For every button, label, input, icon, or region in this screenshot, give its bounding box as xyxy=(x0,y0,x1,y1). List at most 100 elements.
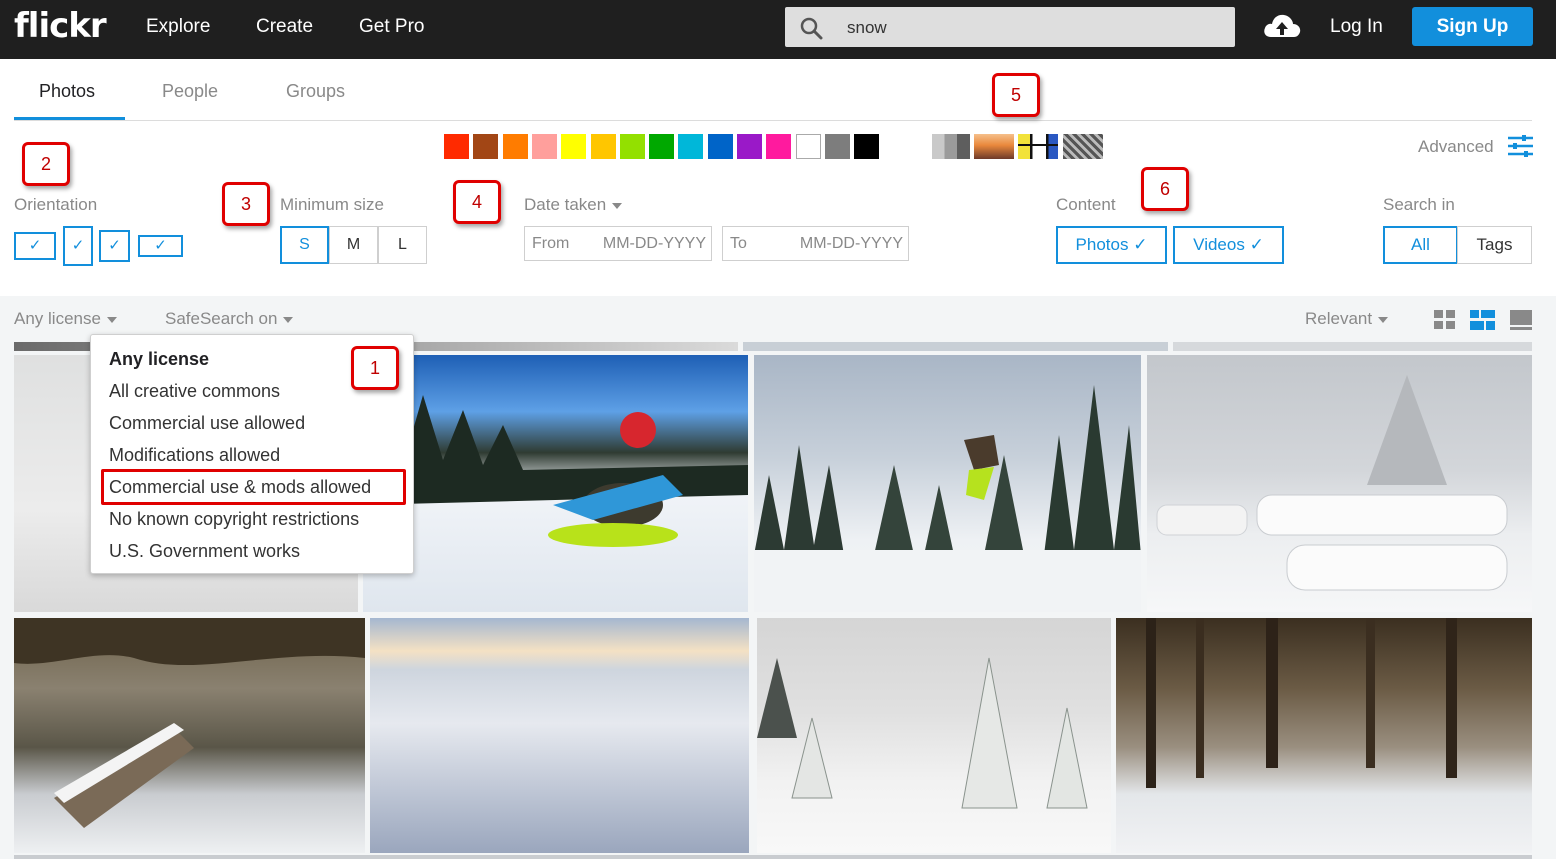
annotation-badge: 3 xyxy=(222,182,270,226)
chevron-down-icon xyxy=(106,316,117,323)
cloud-upload-icon[interactable] xyxy=(1262,11,1302,41)
safesearch-dropdown[interactable]: SafeSearch on xyxy=(165,309,294,329)
photo-clouds-above[interactable] xyxy=(370,618,749,853)
justified-view-icon[interactable] xyxy=(1470,310,1495,330)
content-videos-toggle[interactable]: Videos ✓ xyxy=(1173,226,1284,264)
orientation-portrait[interactable]: ✓ xyxy=(63,226,93,266)
check-icon: ✓ xyxy=(154,237,167,255)
chevron-down-icon xyxy=(612,202,623,209)
color-swatch[interactable] xyxy=(795,134,821,159)
orientation-label: Orientation xyxy=(14,195,98,214)
annotation-badge: 6 xyxy=(1141,167,1189,211)
size-medium-button[interactable]: M xyxy=(329,226,378,264)
nav-explore[interactable]: Explore xyxy=(146,16,210,38)
date-to-field[interactable]: To MM-DD-YYYY xyxy=(722,226,909,261)
color-swatch[interactable] xyxy=(561,134,587,159)
date-from-field[interactable]: From MM-DD-YYYY xyxy=(524,226,712,261)
photo-snowy-bench-lake[interactable] xyxy=(14,618,365,853)
color-swatch[interactable] xyxy=(649,134,675,159)
license-option-any[interactable]: Any license xyxy=(109,349,209,370)
annotation-badge: 2 xyxy=(22,142,70,186)
color-swatch[interactable] xyxy=(590,134,616,159)
small-trees-scene xyxy=(757,657,1088,809)
chevron-down-icon xyxy=(1378,316,1389,323)
color-swatch[interactable] xyxy=(502,134,528,159)
advanced-label[interactable]: Advanced xyxy=(1418,137,1494,157)
photo-jumping-person[interactable] xyxy=(754,355,1141,612)
nav-get-pro[interactable]: Get Pro xyxy=(359,16,424,38)
annotation-badge: 1 xyxy=(351,346,399,390)
photo-winter-forest-path[interactable] xyxy=(1116,618,1532,853)
color-swatch[interactable] xyxy=(531,134,557,159)
color-swatch[interactable] xyxy=(619,134,645,159)
color-swatch[interactable] xyxy=(737,134,762,159)
photo-sledding-child[interactable] xyxy=(363,355,748,612)
search-tabs: Photos People Groups xyxy=(0,59,1556,121)
color-swatch[interactable] xyxy=(766,134,792,159)
color-swatch[interactable] xyxy=(854,134,880,159)
date-to-placeholder: MM-DD-YYYY xyxy=(799,235,903,252)
highlight-box xyxy=(101,469,406,505)
size-large-button[interactable]: L xyxy=(378,226,427,264)
content-label: Content xyxy=(1056,195,1116,214)
license-option-all-cc[interactable]: All creative commons xyxy=(109,381,280,402)
check-icon: ✓ xyxy=(71,237,85,255)
benches-scene xyxy=(1156,375,1508,591)
tab-groups[interactable]: Groups xyxy=(286,81,345,102)
search-icon xyxy=(800,17,823,40)
search-in-label: Search in xyxy=(1383,195,1455,214)
date-from-label: From xyxy=(532,235,570,252)
date-taken-label[interactable]: Date taken xyxy=(524,195,623,215)
color-swatch[interactable] xyxy=(678,134,704,159)
photo-snow-benches[interactable] xyxy=(1147,355,1532,612)
search-in-tags-button[interactable]: Tags xyxy=(1457,226,1532,264)
swatch-patterns[interactable] xyxy=(1063,134,1103,159)
license-option-us-gov[interactable]: U.S. Government works xyxy=(109,541,300,562)
minimum-size-label: Minimum size xyxy=(280,195,384,214)
date-from-placeholder: MM-DD-YYYY xyxy=(602,235,706,252)
check-icon: ✓ xyxy=(108,237,121,255)
chevron-down-icon xyxy=(283,316,294,323)
photo-thumbnail[interactable] xyxy=(1173,342,1532,351)
date-to-label: To xyxy=(730,235,747,252)
license-option-no-copyright[interactable]: No known copyright restrictions xyxy=(109,509,359,530)
photo-snow-trees[interactable] xyxy=(757,618,1111,853)
sign-up-button[interactable]: Sign Up xyxy=(1412,7,1533,46)
color-swatch[interactable] xyxy=(473,134,499,159)
forest-jump-scene xyxy=(754,385,1141,612)
single-view-icon[interactable] xyxy=(1510,310,1532,330)
color-swatch[interactable] xyxy=(707,134,733,159)
tab-photos[interactable]: Photos xyxy=(39,81,95,102)
swatch-shallow-depth[interactable] xyxy=(974,134,1014,159)
search-input[interactable]: snow xyxy=(847,18,887,38)
sled-scene xyxy=(363,395,748,547)
sort-dropdown[interactable]: Relevant xyxy=(1305,309,1389,329)
annotation-badge: 4 xyxy=(453,180,501,224)
license-dropdown[interactable]: Any license xyxy=(14,309,117,329)
swatch-black-white[interactable] xyxy=(932,134,970,159)
search-in-all-button[interactable]: All xyxy=(1383,226,1458,264)
license-option-commercial[interactable]: Commercial use allowed xyxy=(109,413,305,434)
swatch-minimalist[interactable] xyxy=(1018,134,1058,159)
lake-bench-scene xyxy=(14,618,365,828)
color-swatch[interactable] xyxy=(824,134,850,159)
annotation-badge: 5 xyxy=(992,73,1040,117)
orientation-panorama[interactable]: ✓ xyxy=(138,235,183,257)
photo-thumbnail[interactable] xyxy=(743,342,1168,351)
tab-people[interactable]: People xyxy=(162,81,218,102)
content-photos-toggle[interactable]: Photos ✓ xyxy=(1056,226,1167,264)
log-in-link[interactable]: Log In xyxy=(1330,16,1383,38)
license-option-modifications[interactable]: Modifications allowed xyxy=(109,445,280,466)
photo-thumbnail[interactable] xyxy=(14,855,1532,859)
flickr-logo[interactable]: flickr xyxy=(14,6,107,46)
grid-view-icon[interactable] xyxy=(1434,310,1456,330)
orientation-landscape[interactable]: ✓ xyxy=(14,232,56,260)
orientation-square[interactable]: ✓ xyxy=(99,230,130,262)
sliders-icon[interactable] xyxy=(1508,135,1533,157)
search-box[interactable]: snow xyxy=(785,7,1235,47)
color-swatch[interactable] xyxy=(444,134,469,159)
divider xyxy=(14,120,1532,121)
nav-create[interactable]: Create xyxy=(256,16,313,38)
size-small-button[interactable]: S xyxy=(280,226,329,264)
forest-path-scene xyxy=(1146,618,1457,788)
